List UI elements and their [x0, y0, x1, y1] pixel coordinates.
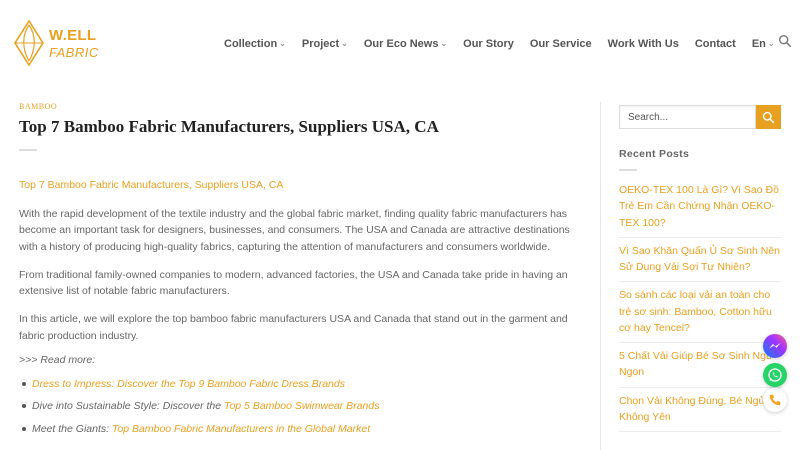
chevron-down-icon: ⌄: [279, 38, 286, 48]
page-title: Top 7 Bamboo Fabric Manufacturers, Suppl…: [19, 117, 439, 136]
article: BAMBOO Top 7 Bamboo Fabric Manufacturers…: [19, 102, 587, 443]
messenger-button[interactable]: [763, 334, 787, 358]
sidebar: Recent Posts OEKO-TEX 100 Là Gì? Vì Sao …: [619, 105, 781, 433]
whatsapp-button[interactable]: [763, 363, 787, 387]
logo-mark-icon: [14, 19, 44, 67]
nav-item-our-service[interactable]: Our Service: [530, 38, 592, 50]
sidebar-search: [619, 105, 781, 129]
logo[interactable]: W.ELL FABRIC: [12, 18, 102, 68]
read-more-label: >>> Read more:: [19, 354, 96, 366]
recent-post-link[interactable]: OEKO-TEX 100 Là Gì? Vì Sao Đồ Trẻ Em Cần…: [619, 177, 781, 238]
search-icon[interactable]: [778, 34, 794, 50]
nav-label: Work With Us: [607, 38, 679, 50]
recent-post-link[interactable]: So sánh các loại vải an toàn cho trẻ sơ …: [619, 282, 781, 344]
phone-button[interactable]: [763, 388, 787, 412]
nav-item-language[interactable]: En ⌄: [752, 38, 775, 50]
article-paragraph: With the rapid development of the textil…: [19, 208, 570, 253]
chevron-down-icon: ⌄: [767, 38, 775, 48]
recent-post-link[interactable]: Vì Sao Khăn Quấn Ủ Sơ Sinh Nên Sử Dụng V…: [619, 238, 781, 283]
article-paragraph: From traditional family-owned companies …: [19, 268, 568, 298]
nav-label: En: [751, 38, 766, 50]
sidebar-divider: [600, 102, 601, 450]
whatsapp-icon: [768, 368, 782, 382]
main-nav: Collection ⌄ Project ⌄ Our Eco News ⌄ Our S…: [224, 36, 775, 52]
nav-item-our-story[interactable]: Our Story: [463, 38, 514, 50]
search-icon: [762, 111, 775, 123]
nav-label: Our Eco News: [363, 38, 439, 50]
search-input[interactable]: [619, 105, 756, 129]
chevron-down-icon: ⌄: [440, 38, 448, 48]
recent-posts-list: OEKO-TEX 100 Là Gì? Vì Sao Đồ Trẻ Em Cần…: [619, 177, 781, 433]
nav-label: Our Service: [529, 38, 592, 50]
nav-item-contact[interactable]: Contact: [695, 38, 736, 50]
messenger-icon: [763, 334, 787, 358]
list-item: Dress to Impress: Discover the Top 9 Bam…: [19, 376, 587, 392]
logo-name-top: W.ELL: [49, 26, 97, 44]
nav-label: Our Story: [463, 38, 514, 50]
recent-post-link[interactable]: Chọn Vải Không Đúng, Bé Ngủ Không Yên: [619, 388, 781, 433]
category-link[interactable]: BAMBOO: [19, 102, 587, 111]
chevron-down-icon: ⌄: [341, 38, 348, 48]
nav-label: Collection: [224, 38, 278, 50]
recent-posts-title: Recent Posts: [619, 148, 690, 160]
site-header: W.ELL FABRIC Collection ⌄ Project ⌄ Our Ec…: [0, 0, 800, 88]
nav-label: Contact: [694, 38, 736, 50]
list-item: Dive into Sustainable Style: Discover th…: [19, 398, 587, 414]
list-item-link[interactable]: Top Bamboo Fabric Manufacturers in the G…: [112, 423, 370, 435]
article-anchor-link[interactable]: Top 7 Bamboo Fabric Manufacturers, Suppl…: [19, 178, 587, 194]
nav-item-eco-news[interactable]: Our Eco News ⌄: [364, 38, 447, 50]
recent-posts-divider: [619, 169, 637, 171]
logo-name-bottom: FABRIC: [49, 44, 99, 60]
list-item-link[interactable]: Top 5 Bamboo Swimwear Brands: [224, 400, 379, 412]
phone-icon: [769, 394, 781, 406]
logo-text: W.ELL FABRIC: [49, 28, 99, 59]
article-paragraph: In this article, we will explore the top…: [19, 313, 568, 342]
nav-item-collection[interactable]: Collection ⌄: [224, 38, 286, 50]
nav-item-work-with-us[interactable]: Work With Us: [608, 38, 679, 50]
list-item-link[interactable]: Dress to Impress: Discover the Top 9 Bam…: [32, 378, 345, 390]
title-divider: [19, 149, 37, 152]
read-more-list: Dress to Impress: Discover the Top 9 Bam…: [19, 376, 587, 437]
list-item-prefix: Dive into Sustainable Style: Discover th…: [32, 400, 225, 413]
list-item: Meet the Giants: Top Bamboo Fabric Manuf…: [19, 421, 587, 437]
search-button[interactable]: [756, 105, 781, 129]
recent-post-link[interactable]: 5 Chất Vải Giúp Bé Sơ Sinh Ngủ Ngon: [619, 343, 781, 388]
list-item-prefix: Meet the Giants:: [32, 422, 112, 435]
nav-label: Project: [301, 38, 340, 50]
nav-item-project[interactable]: Project ⌄: [302, 38, 348, 50]
